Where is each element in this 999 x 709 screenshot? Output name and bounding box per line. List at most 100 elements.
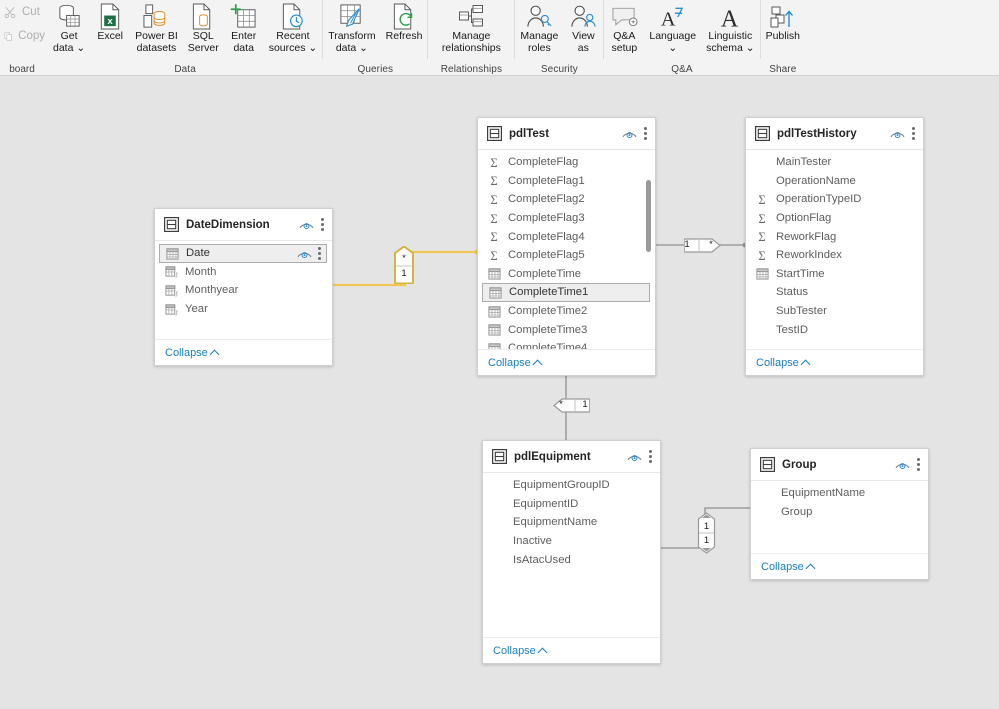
relationship-badge-pdltest-pdltesthistory[interactable]: 1 * xyxy=(684,237,722,254)
field-row[interactable]: Σ CompleteFlag xyxy=(478,153,655,172)
collapse-button[interactable]: Collapse xyxy=(761,561,816,573)
eye-icon[interactable] xyxy=(297,248,312,259)
manage-roles-button[interactable]: Manage roles xyxy=(515,0,563,59)
eye-icon[interactable] xyxy=(622,128,637,139)
field-row[interactable]: Σ ReworkIndex xyxy=(746,246,923,265)
table-header-pdlTestHistory[interactable]: pdlTestHistory xyxy=(746,118,923,150)
collapse-button[interactable]: Collapse xyxy=(488,357,543,369)
field-row[interactable]: IsAtacUsed xyxy=(483,550,660,569)
relationship-badge-pdltest-pdlequipment[interactable]: * 1 xyxy=(552,397,590,414)
kebab-icon[interactable] xyxy=(321,218,324,231)
table-card-pdlEquipment[interactable]: pdlEquipment EquipmentGroupID EquipmentID E… xyxy=(482,440,661,664)
collapse-label: Collapse xyxy=(488,356,531,369)
table-header-pdlTest[interactable]: pdlTest xyxy=(478,118,655,150)
power-bi-datasets-button[interactable]: Power BI datasets xyxy=(130,0,183,59)
enter-data-button[interactable]: Enter data xyxy=(224,0,264,59)
sigma-icon: Σ xyxy=(758,193,765,206)
field-name: CompleteFlag2 xyxy=(508,193,585,206)
field-row[interactable]: MainTester xyxy=(746,153,923,172)
svg-text:A: A xyxy=(661,8,676,29)
copy-button[interactable]: Copy xyxy=(0,24,45,48)
language-button[interactable]: A Language ⌄ xyxy=(644,0,701,59)
transform-data-button[interactable]: Transform data ⌄ xyxy=(323,0,380,59)
field-row[interactable]: EquipmentID xyxy=(483,495,660,514)
field-row[interactable]: TestID xyxy=(746,320,923,339)
field-name: EquipmentName xyxy=(513,516,598,529)
field-row[interactable]: Σ CompleteFlag3 xyxy=(478,209,655,228)
field-row[interactable]: StartTime xyxy=(746,265,923,284)
cut-button[interactable]: Cut xyxy=(0,0,45,24)
field-row[interactable]: fx Year xyxy=(155,300,332,319)
kebab-icon[interactable] xyxy=(644,127,647,140)
table-header-DateDimension[interactable]: DateDimension xyxy=(155,209,332,241)
field-row[interactable]: EquipmentName xyxy=(483,513,660,532)
field-name: CompleteTime2 xyxy=(508,305,588,318)
excel-label: Excel xyxy=(97,30,123,42)
table-header-Group[interactable]: Group xyxy=(751,449,928,481)
field-row[interactable]: fx Month xyxy=(155,263,332,282)
table-card-pdlTestHistory[interactable]: pdlTestHistory MainTester OperationName Σ Op… xyxy=(745,117,924,376)
field-row[interactable]: EquipmentName xyxy=(751,484,928,503)
field-row[interactable]: OperationName xyxy=(746,172,923,191)
linguistic-schema-button[interactable]: A Linguistic schema ⌄ xyxy=(701,0,759,59)
view-as-button[interactable]: View as xyxy=(563,0,603,59)
eye-icon[interactable] xyxy=(895,459,910,470)
eye-icon[interactable] xyxy=(299,219,314,230)
field-row[interactable]: CompleteTime2 xyxy=(478,302,655,321)
field-row[interactable]: Σ CompleteFlag1 xyxy=(478,172,655,191)
model-view-canvas[interactable]: * 1 1 * * 1 1 1 DateDimension Date fx Month… xyxy=(0,76,999,709)
manage-relationships-button[interactable]: Manage relationships xyxy=(428,0,514,59)
cut-label: Cut xyxy=(22,6,40,18)
kebab-icon[interactable] xyxy=(649,450,652,463)
field-row[interactable]: CompleteTime4 xyxy=(478,339,655,349)
field-row[interactable]: Status xyxy=(746,283,923,302)
field-row[interactable]: Σ CompleteFlag5 xyxy=(478,246,655,265)
field-name: CompleteTime xyxy=(508,267,582,280)
field-row[interactable]: Date xyxy=(159,244,327,263)
publish-icon xyxy=(770,3,796,30)
field-row[interactable]: CompleteTime3 xyxy=(478,320,655,339)
table-header-pdlEquipment[interactable]: pdlEquipment xyxy=(483,441,660,473)
recent-sources-button[interactable]: Recent sources ⌄ xyxy=(264,0,322,59)
svg-text:fx: fx xyxy=(175,291,177,297)
table-card-pdlTest[interactable]: pdlTest Σ CompleteFlag Σ CompleteFlag1 Σ Compl… xyxy=(477,117,656,376)
table-field-list-pdlTest: Σ CompleteFlag Σ CompleteFlag1 Σ CompleteFlag… xyxy=(478,150,655,349)
field-row[interactable]: Σ CompleteFlag2 xyxy=(478,190,655,209)
kebab-icon[interactable] xyxy=(912,127,915,140)
field-row[interactable]: EquipmentGroupID xyxy=(483,476,660,495)
field-row[interactable]: Inactive xyxy=(483,532,660,551)
field-row[interactable]: Σ CompleteFlag4 xyxy=(478,227,655,246)
table-card-Group[interactable]: Group EquipmentName Group Collapse xyxy=(750,448,929,580)
queries-group-label: Queries xyxy=(357,64,394,75)
field-row[interactable]: CompleteTime xyxy=(478,265,655,284)
field-row[interactable]: CompleteTime1 xyxy=(482,283,650,302)
refresh-button[interactable]: Refresh xyxy=(381,0,428,59)
field-row[interactable]: Σ OptionFlag xyxy=(746,209,923,228)
sql-server-button[interactable]: SQL Server xyxy=(183,0,224,59)
field-row[interactable]: Σ OperationTypeID xyxy=(746,190,923,209)
view-as-label: View as xyxy=(572,30,595,54)
qa-setup-icon xyxy=(611,3,638,30)
get-data-button[interactable]: Get data ⌄ xyxy=(48,0,90,59)
eye-icon[interactable] xyxy=(890,128,905,139)
collapse-button[interactable]: Collapse xyxy=(756,357,811,369)
table-card-DateDimension[interactable]: DateDimension Date fx Month fx Monthyear fx Yea… xyxy=(154,208,333,366)
field-row[interactable]: fx Monthyear xyxy=(155,281,332,300)
field-name: TestID xyxy=(776,323,809,336)
kebab-icon[interactable] xyxy=(318,246,321,260)
kebab-icon[interactable] xyxy=(917,458,920,471)
eye-icon[interactable] xyxy=(627,451,642,462)
vertical-scrollbar[interactable] xyxy=(646,180,651,252)
relationship-badge-pdlequipment-group[interactable]: 1 1 xyxy=(697,512,716,554)
excel-button[interactable]: x Excel xyxy=(90,0,130,59)
qa-setup-button[interactable]: Q&A setup xyxy=(604,0,644,59)
table-title: pdlEquipment xyxy=(514,450,591,463)
publish-button[interactable]: Publish xyxy=(761,0,805,59)
relationship-badge-datedimension-pdltest[interactable]: * 1 xyxy=(394,246,414,284)
collapse-button[interactable]: Collapse xyxy=(493,645,548,657)
field-row[interactable]: SubTester xyxy=(746,302,923,321)
collapse-button[interactable]: Collapse xyxy=(165,347,220,359)
field-row[interactable]: Group xyxy=(751,503,928,522)
field-name: StartTime xyxy=(776,267,825,280)
field-row[interactable]: Σ ReworkFlag xyxy=(746,227,923,246)
